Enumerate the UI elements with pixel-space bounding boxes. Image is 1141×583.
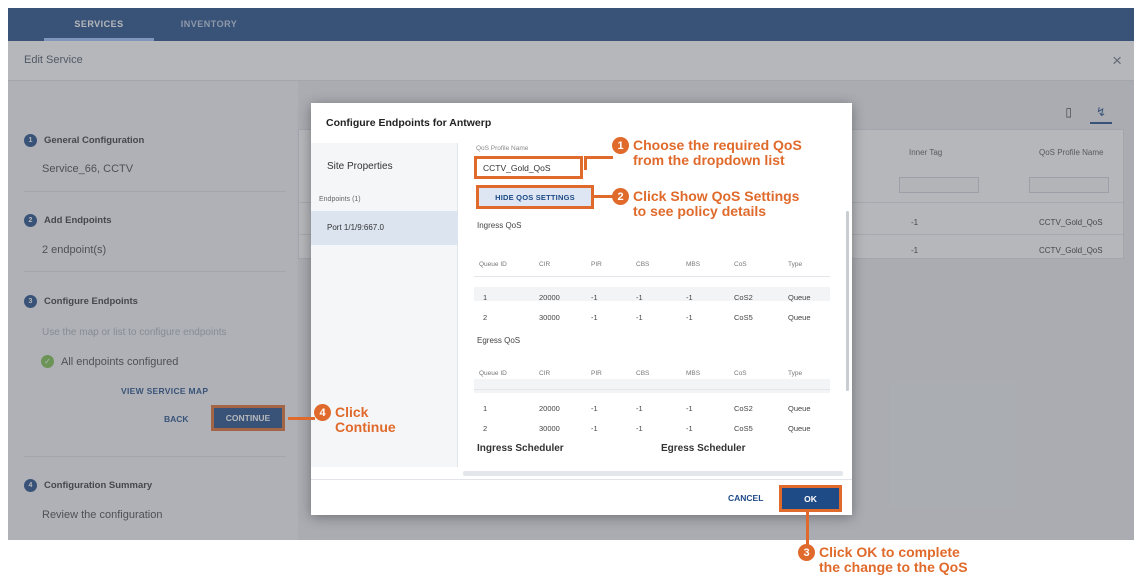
- table-column-header: CBS: [636, 261, 650, 268]
- table-cell: 1: [483, 293, 488, 302]
- egress-qos-title: Egress QoS: [477, 336, 521, 345]
- dialog-footer: CANCEL OK: [311, 479, 852, 515]
- vertical-scrollbar[interactable]: [846, 211, 849, 391]
- callout-connector: [584, 156, 587, 170]
- callout-connector: [594, 195, 613, 198]
- row-band: [474, 379, 830, 393]
- ingress-qos-title: Ingress QoS: [477, 221, 522, 230]
- table-column-header: MBS: [686, 370, 701, 377]
- table-column-header: Type: [788, 261, 803, 268]
- table-column-header: CoS: [734, 261, 747, 268]
- table-column-header: Type: [788, 370, 803, 377]
- site-properties-item[interactable]: Site Properties: [327, 161, 393, 172]
- port-label: Port 1/1/9:667.0: [327, 223, 384, 232]
- table-cell: -1: [686, 293, 693, 302]
- callout-4: 4 Click Continue: [314, 404, 396, 435]
- table-cell: 2: [483, 424, 488, 433]
- callout-line: to see policy details: [633, 203, 767, 219]
- callout-connector: [288, 417, 315, 420]
- callout-text: Choose the required QoS from the dropdow…: [633, 138, 802, 168]
- callout-line: Click OK to complete: [819, 544, 960, 560]
- table-cell: CoS2: [734, 293, 753, 302]
- callout-number: 4: [314, 404, 331, 421]
- table-cell: CoS2: [734, 404, 753, 413]
- table-cell: -1: [636, 313, 643, 322]
- table-cell: -1: [591, 313, 598, 322]
- egress-scheduler-title: Egress Scheduler: [661, 443, 746, 454]
- callout-text: Click Continue: [335, 405, 396, 435]
- callout-line: Click Show QoS Settings: [633, 188, 800, 204]
- table-cell: 2: [483, 313, 488, 322]
- callout-line: Choose the required QoS: [633, 137, 802, 153]
- table-cell: Queue: [788, 424, 811, 433]
- callout-number: 3: [798, 544, 815, 561]
- table-cell: -1: [686, 424, 693, 433]
- table-cell: Queue: [788, 404, 811, 413]
- table-cell: 20000: [539, 293, 560, 302]
- table-cell: -1: [636, 404, 643, 413]
- callout-connector: [806, 509, 809, 547]
- callout-2: 2 Click Show QoS Settings to see policy …: [612, 188, 799, 219]
- cancel-button[interactable]: CANCEL: [728, 493, 763, 503]
- table-cell: -1: [686, 313, 693, 322]
- ok-button[interactable]: OK: [779, 485, 842, 512]
- callout-line: from the dropdown list: [633, 152, 785, 168]
- callout-text: Click OK to complete the change to the Q…: [819, 545, 968, 575]
- table-column-header: CoS: [734, 370, 747, 377]
- table-column-header: Queue ID: [479, 370, 507, 377]
- table-column-header: PIR: [591, 370, 602, 377]
- row-divider: [474, 276, 830, 277]
- table-cell: 30000: [539, 424, 560, 433]
- endpoint-port-item[interactable]: Port 1/1/9:667.0: [311, 211, 458, 245]
- callout-line: Click: [335, 404, 369, 420]
- table-cell: 30000: [539, 313, 560, 322]
- table-cell: -1: [591, 424, 598, 433]
- table-cell: -1: [686, 404, 693, 413]
- table-cell: -1: [636, 424, 643, 433]
- table-cell: -1: [591, 293, 598, 302]
- table-cell: Queue: [788, 293, 811, 302]
- callout-1: 1 Choose the required QoS from the dropd…: [612, 137, 802, 168]
- callout-connector: [586, 156, 613, 159]
- endpoints-count-label: Endpoints (1): [319, 196, 361, 203]
- dialog-title: Configure Endpoints for Antwerp: [326, 117, 492, 129]
- callout-number: 1: [612, 137, 629, 154]
- callout-line: the change to the QoS: [819, 559, 968, 575]
- row-band: [474, 287, 830, 301]
- table-cell: 20000: [539, 404, 560, 413]
- qos-profile-dropdown[interactable]: CCTV_Gold_QoS: [474, 156, 583, 179]
- table-cell: Queue: [788, 313, 811, 322]
- callout-number: 2: [612, 188, 629, 205]
- app-window: SERVICES INVENTORY Edit Service × 1 Gene…: [8, 8, 1134, 540]
- table-cell: -1: [591, 404, 598, 413]
- ingress-scheduler-title: Ingress Scheduler: [477, 443, 564, 454]
- callout-text: Click Show QoS Settings to see policy de…: [633, 189, 799, 219]
- table-cell: CoS5: [734, 313, 753, 322]
- table-column-header: CIR: [539, 370, 551, 377]
- callout-line: Continue: [335, 419, 396, 435]
- horizontal-scrollbar[interactable]: [463, 471, 843, 476]
- qos-profile-label: QoS Profile Name: [476, 145, 529, 152]
- table-cell: CoS5: [734, 424, 753, 433]
- table-cell: 1: [483, 404, 488, 413]
- table-cell: -1: [636, 293, 643, 302]
- callout-3: 3 Click OK to complete the change to the…: [798, 544, 968, 575]
- table-column-header: CIR: [539, 261, 551, 268]
- table-column-header: Queue ID: [479, 261, 507, 268]
- table-column-header: CBS: [636, 370, 650, 377]
- table-column-header: MBS: [686, 261, 701, 268]
- hide-qos-settings-button[interactable]: HIDE QOS SETTINGS: [476, 185, 594, 209]
- row-divider: [474, 389, 830, 390]
- table-column-header: PIR: [591, 261, 602, 268]
